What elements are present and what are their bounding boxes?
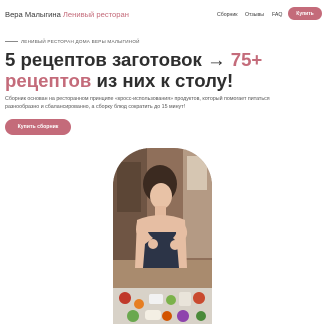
eyebrow-text: ЛЕНИВЫЙ РЕСТОРАН ДОМА ВЕРЫ МАЛЫГИНОЙ	[21, 39, 140, 44]
nav-link-reviews[interactable]: Отзывы	[245, 12, 264, 18]
headline-part2: рецептов	[5, 70, 92, 91]
hero-photo-illustration	[113, 148, 212, 324]
nav-link-collection[interactable]: Сборник	[217, 12, 238, 18]
brand-accent: Ленивый ресторан	[62, 10, 129, 19]
buy-collection-button[interactable]: Купить сборник	[5, 119, 71, 135]
headline-part3: из них к столу!	[91, 70, 234, 91]
hero-eyebrow: ЛЕНИВЫЙ РЕСТОРАН ДОМА ВЕРЫ МАЛЫГИНОЙ	[5, 39, 140, 44]
nav-link-faq[interactable]: FAQ	[272, 12, 282, 18]
top-nav: Вера Малыгина Ленивый ресторан Сборник О…	[0, 0, 324, 28]
headline-number: 75+	[230, 49, 263, 70]
buy-button[interactable]: Купить	[288, 7, 322, 20]
headline-part1: 5 рецептов заготовок →	[5, 49, 231, 70]
hero-photo	[113, 148, 212, 324]
brand-name: Вера Малыгина	[5, 10, 61, 19]
brand-logo[interactable]: Вера Малыгина Ленивый ресторан	[5, 10, 129, 19]
hero-headline: 5 рецептов заготовок → 75+ рецептов из н…	[5, 49, 323, 91]
eyebrow-line	[5, 41, 18, 42]
hero-description: Сборник основан на ресторанном принципе …	[5, 96, 270, 111]
